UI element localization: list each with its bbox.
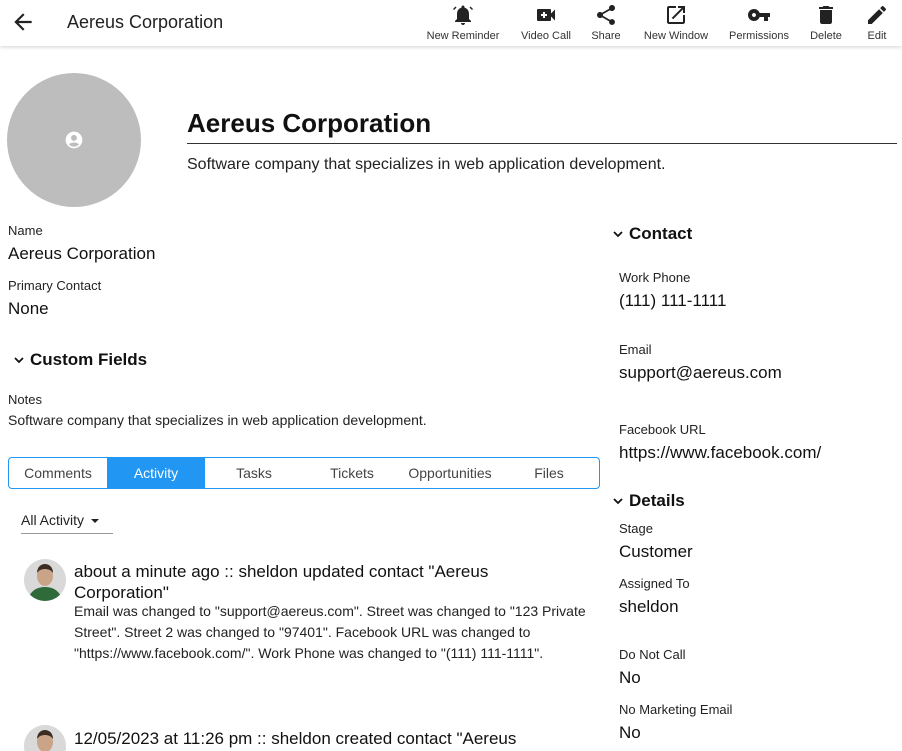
work-phone-label: Work Phone xyxy=(619,270,691,285)
activity-body: Email was changed to "support@aereus.com… xyxy=(74,603,586,661)
email-label: Email xyxy=(619,342,652,357)
page-title: Aereus Corporation xyxy=(187,108,432,138)
stage-value: Customer xyxy=(619,542,693,561)
tab-opportunities[interactable]: Opportunities xyxy=(401,458,499,488)
facebook-url-value[interactable]: https://www.facebook.com/ xyxy=(619,443,821,463)
pencil-icon xyxy=(868,5,887,24)
contact-section-toggle[interactable]: Contact xyxy=(612,224,692,244)
primary-contact-value: None xyxy=(8,299,49,318)
back-button[interactable] xyxy=(10,9,36,35)
do-not-call-value: No xyxy=(619,668,641,687)
notes-label: Notes xyxy=(8,392,42,407)
activity-title: 12/05/2023 at 11:26 pm :: sheldon create… xyxy=(74,729,517,748)
trash-icon xyxy=(819,6,833,24)
name-value: Aereus Corporation xyxy=(8,244,156,263)
profile-avatar[interactable] xyxy=(7,73,141,207)
topbar-title: Aereus Corporation xyxy=(67,12,224,32)
record-tabs: Comments Activity Tasks Tickets Opportun… xyxy=(8,457,600,489)
key-icon xyxy=(748,9,770,21)
share-button[interactable]: Share xyxy=(589,2,623,44)
permissions-label: Permissions xyxy=(729,30,789,42)
new-reminder-button[interactable]: New Reminder xyxy=(423,2,503,44)
no-marketing-email-label: No Marketing Email xyxy=(619,702,733,717)
delete-label: Delete xyxy=(810,30,842,42)
facebook-url-label: Facebook URL xyxy=(619,422,706,437)
contact-heading: Contact xyxy=(629,224,693,243)
stage-label: Stage xyxy=(619,521,653,536)
assigned-to-label: Assigned To xyxy=(619,576,690,591)
chevron-down-icon xyxy=(613,498,623,505)
arrow-left-icon xyxy=(14,13,32,31)
alarm-bell-icon xyxy=(453,5,473,25)
name-label: Name xyxy=(8,223,43,238)
chevron-down-icon xyxy=(14,357,24,364)
delete-button[interactable]: Delete xyxy=(806,2,846,44)
video-call-icon xyxy=(537,9,555,21)
do-not-call-label: Do Not Call xyxy=(619,647,686,662)
edit-button[interactable]: Edit xyxy=(862,2,892,44)
video-call-button[interactable]: Video Call xyxy=(518,2,574,44)
edit-label: Edit xyxy=(867,30,887,42)
top-app-bar: Aereus Corporation New Reminder Video Ca… xyxy=(0,0,902,46)
no-marketing-email-value: No xyxy=(619,723,641,742)
custom-fields-section-toggle[interactable]: Custom Fields xyxy=(13,350,147,370)
activity-filter-label: All Activity xyxy=(21,512,85,528)
tab-comments[interactable]: Comments xyxy=(9,458,107,488)
permissions-button[interactable]: Permissions xyxy=(725,2,793,44)
video-call-label: Video Call xyxy=(521,30,571,42)
avatar[interactable] xyxy=(24,559,66,601)
tab-activity[interactable]: Activity xyxy=(107,458,205,488)
new-window-button[interactable]: New Window xyxy=(639,2,713,44)
chevron-down-icon xyxy=(613,231,623,238)
custom-fields-heading: Custom Fields xyxy=(30,350,148,369)
share-label: Share xyxy=(591,30,621,42)
assigned-to-value: sheldon xyxy=(619,597,679,616)
tab-tasks[interactable]: Tasks xyxy=(205,458,303,488)
work-phone-value[interactable]: (111) 111-1111 xyxy=(619,291,726,311)
primary-contact-label: Primary Contact xyxy=(8,278,102,293)
email-value[interactable]: support@aereus.com xyxy=(619,363,782,383)
activity-title: about a minute ago :: sheldon updated co… xyxy=(74,562,489,602)
user-photo-icon xyxy=(24,725,66,751)
avatar[interactable] xyxy=(24,725,66,751)
details-section-toggle[interactable]: Details xyxy=(612,491,685,511)
user-photo-icon xyxy=(24,559,66,601)
account-circle-icon xyxy=(65,131,83,149)
new-window-label: New Window xyxy=(643,30,709,42)
details-heading: Details xyxy=(629,491,685,510)
tab-tickets[interactable]: Tickets xyxy=(303,458,401,488)
caret-down-icon xyxy=(91,519,100,523)
profile-description: Software company that specializes in web… xyxy=(187,156,666,173)
share-icon xyxy=(597,5,615,25)
notes-value: Software company that specializes in web… xyxy=(8,412,427,428)
title-divider xyxy=(187,143,897,144)
activity-filter-select[interactable]: All Activity xyxy=(21,512,113,534)
new-reminder-label: New Reminder xyxy=(426,30,500,42)
tab-files[interactable]: Files xyxy=(499,458,599,488)
open-in-new-icon xyxy=(667,6,685,24)
